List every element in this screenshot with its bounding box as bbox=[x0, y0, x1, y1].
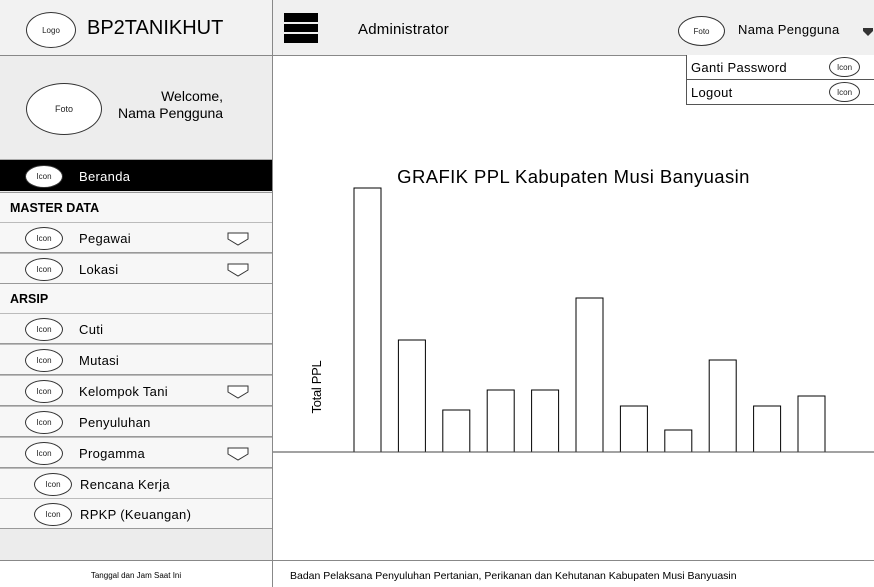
sidebar-item-label: Mutasi bbox=[79, 353, 120, 368]
user-profile: Foto Welcome, Nama Pengguna bbox=[0, 56, 272, 160]
sidebar-item-label: Kelompok Tani bbox=[79, 384, 168, 399]
app-name: BP2TANIKHUT bbox=[87, 17, 224, 39]
rpkp-icon: Icon bbox=[34, 503, 72, 526]
sidebar-item-label: Rencana Kerja bbox=[80, 477, 170, 492]
sidebar-item-label: RPKP (Keuangan) bbox=[80, 507, 192, 522]
section-title: ARSIP bbox=[10, 292, 49, 306]
penyuluhan-icon: Icon bbox=[25, 411, 63, 434]
chevron-down-icon[interactable] bbox=[227, 385, 249, 399]
sidebar-item-lokasi[interactable]: Icon Lokasi bbox=[0, 253, 272, 284]
footer-text: Badan Pelaksana Penyuluhan Pertanian, Pe… bbox=[290, 570, 737, 582]
profile-photo: Foto bbox=[26, 83, 102, 135]
chart-bar bbox=[575, 297, 604, 453]
chevron-down-icon[interactable] bbox=[227, 263, 249, 277]
hamburger-icon[interactable] bbox=[284, 13, 318, 43]
sidebar-item-beranda[interactable]: Icon Beranda bbox=[0, 160, 272, 191]
logo-icon: Logo bbox=[26, 12, 76, 48]
section-master-data: MASTER DATA bbox=[0, 192, 272, 223]
mutasi-icon: Icon bbox=[25, 349, 63, 372]
sidebar-item-penyuluhan[interactable]: Icon Penyuluhan bbox=[0, 406, 272, 437]
rencana-kerja-icon: Icon bbox=[34, 473, 72, 496]
chart-bar bbox=[442, 409, 471, 453]
chart-bar bbox=[486, 389, 515, 453]
chart-bar bbox=[708, 359, 737, 453]
section-title: MASTER DATA bbox=[10, 201, 100, 215]
sidebar-item-label: Cuti bbox=[79, 322, 104, 337]
lokasi-icon: Icon bbox=[25, 258, 63, 281]
welcome-text: Welcome, Nama Pengguna bbox=[118, 88, 224, 121]
chart-bar bbox=[664, 429, 693, 453]
chart-bar bbox=[531, 389, 560, 453]
sidebar-item-pegawai[interactable]: Icon Pegawai bbox=[0, 222, 272, 253]
user-avatar[interactable]: Foto bbox=[678, 16, 725, 46]
sidebar-item-label: Beranda bbox=[79, 169, 131, 184]
y-axis-label: Total PPL bbox=[309, 360, 324, 413]
chart-bar bbox=[797, 395, 826, 453]
sidebar-item-kelompok-tani[interactable]: Icon Kelompok Tani bbox=[0, 375, 272, 406]
sidebar-item-label: Pegawai bbox=[79, 231, 131, 246]
progamma-icon: Icon bbox=[25, 442, 63, 465]
caret-down-icon[interactable] bbox=[863, 28, 873, 36]
sidebar-item-rencana-kerja[interactable]: Icon Rencana Kerja bbox=[0, 468, 272, 499]
chart-bar bbox=[619, 405, 648, 453]
sidebar-item-rpkp-keuangan[interactable]: Icon RPKP (Keuangan) bbox=[0, 498, 272, 529]
sidebar-item-label: Progamma bbox=[79, 446, 145, 461]
logo-bar: Logo BP2TANIKHUT bbox=[0, 0, 272, 56]
kelompok-tani-icon: Icon bbox=[25, 380, 63, 403]
sidebar: Logo BP2TANIKHUT Foto Welcome, Nama Peng… bbox=[0, 0, 273, 587]
sidebar-item-progamma[interactable]: Icon Progamma bbox=[0, 437, 272, 468]
sidebar-item-label: Penyuluhan bbox=[79, 415, 151, 430]
date-time-text: Tanggal dan Jam Saat Ini bbox=[90, 571, 182, 580]
topbar: Administrator Foto Nama Pengguna bbox=[273, 0, 874, 56]
ppl-bar-chart: Total PPL bbox=[273, 187, 874, 453]
chevron-down-icon[interactable] bbox=[227, 447, 249, 461]
date-time-footer: Tanggal dan Jam Saat Ini bbox=[0, 560, 272, 587]
sidebar-item-label: Lokasi bbox=[79, 262, 119, 277]
chart-bar bbox=[753, 405, 782, 453]
pegawai-icon: Icon bbox=[25, 227, 63, 250]
user-menu-toggle[interactable]: Nama Pengguna bbox=[738, 22, 839, 37]
role-title: Administrator bbox=[358, 21, 449, 38]
sidebar-item-mutasi[interactable]: Icon Mutasi bbox=[0, 344, 272, 375]
section-arsip: ARSIP bbox=[0, 283, 272, 314]
page-footer: Badan Pelaksana Penyuluhan Pertanian, Pe… bbox=[273, 560, 874, 587]
chart-bar bbox=[397, 339, 426, 453]
chevron-down-icon[interactable] bbox=[227, 232, 249, 246]
chart-bar bbox=[353, 187, 382, 453]
cuti-icon: Icon bbox=[25, 318, 63, 341]
sidebar-item-cuti[interactable]: Icon Cuti bbox=[0, 313, 272, 344]
home-icon: Icon bbox=[25, 165, 63, 188]
